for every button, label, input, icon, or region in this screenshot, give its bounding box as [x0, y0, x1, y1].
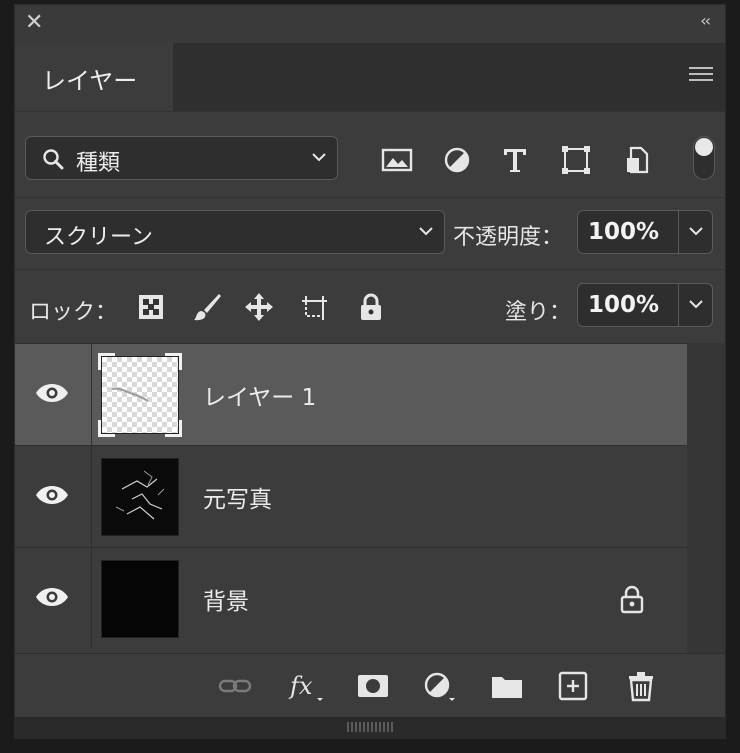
panel-title-bar: ✕ ‹‹: [15, 5, 725, 43]
lock-icon[interactable]: [619, 584, 645, 614]
eye-icon[interactable]: [35, 382, 69, 404]
layer-name[interactable]: 背景: [203, 582, 249, 616]
filter-row: 種類: [15, 111, 725, 198]
filter-kind-value: 種類: [76, 151, 121, 176]
new-layer-icon[interactable]: [555, 670, 591, 702]
fx-icon[interactable]: fx: [287, 670, 323, 702]
fill-value: 100%: [588, 292, 660, 318]
lock-label: ロック：: [29, 300, 118, 325]
shape-filter-icon[interactable]: [560, 146, 592, 174]
blend-mode-select[interactable]: スクリーン: [25, 210, 445, 254]
fill-label: 塗り：: [505, 300, 572, 325]
layers-scrollbar[interactable]: [687, 343, 725, 653]
opacity-label: 不透明度：: [453, 225, 564, 250]
lock-all-icon[interactable]: [355, 292, 387, 322]
new-group-icon[interactable]: [489, 670, 525, 702]
chevron-down-icon: [419, 227, 433, 236]
lock-transparent-pixels-icon[interactable]: [135, 292, 167, 322]
visibility-toggle[interactable]: [15, 344, 92, 445]
layer-name[interactable]: 元写真: [203, 480, 272, 514]
blend-mode-value: スクリーン: [44, 225, 153, 250]
opacity-field[interactable]: 100%: [577, 210, 713, 254]
image-filter-icon[interactable]: [381, 146, 413, 174]
blend-row: スクリーン 不透明度： 100%: [15, 197, 725, 270]
layer-row[interactable]: 背景: [15, 547, 687, 649]
layer-row[interactable]: 元写真: [15, 445, 687, 547]
search-icon: [43, 149, 64, 170]
bottom-toolbar: fx: [15, 653, 725, 716]
visibility-toggle[interactable]: [15, 548, 92, 649]
new-adjustment-layer-icon[interactable]: [421, 670, 457, 702]
tab-layers[interactable]: レイヤー: [15, 43, 173, 113]
tab-row: レイヤー: [15, 43, 725, 113]
layer-thumbnail[interactable]: [101, 560, 179, 638]
lock-row: ロック： 塗り： 100%: [15, 269, 725, 344]
eye-icon[interactable]: [35, 484, 69, 506]
visibility-toggle[interactable]: [15, 446, 92, 547]
photo-sketch-icon: [115, 470, 165, 520]
stroke-sketch-icon: [111, 387, 149, 402]
collapse-icon[interactable]: ‹‹: [700, 11, 711, 31]
filter-kind-select[interactable]: 種類: [25, 136, 338, 180]
smart-object-filter-icon[interactable]: [621, 146, 653, 174]
layer-thumbnail[interactable]: [98, 353, 182, 437]
fill-field[interactable]: 100%: [577, 283, 713, 327]
lock-artboard-icon[interactable]: [299, 292, 331, 322]
type-filter-icon[interactable]: [499, 146, 531, 174]
layer-name[interactable]: レイヤー 1: [203, 378, 316, 412]
layer-row[interactable]: レイヤー 1: [15, 343, 687, 445]
resize-grip[interactable]: [15, 717, 725, 738]
svg-text:fx: fx: [288, 672, 313, 700]
chevron-down-icon[interactable]: [686, 294, 706, 314]
layer-thumbnail[interactable]: [101, 458, 179, 536]
chevron-down-icon[interactable]: [686, 221, 706, 241]
opacity-value: 100%: [588, 219, 660, 245]
chevron-down-icon: [312, 153, 326, 162]
delete-layer-icon[interactable]: [623, 670, 659, 702]
tab-layers-label: レイヤー: [42, 67, 138, 95]
lock-position-icon[interactable]: [243, 292, 275, 322]
layers-list: レイヤー 1 元写真 背景: [15, 343, 687, 653]
eye-icon[interactable]: [35, 586, 69, 608]
add-mask-icon[interactable]: [355, 670, 391, 702]
lock-image-pixels-icon[interactable]: [191, 292, 223, 322]
filter-toggle[interactable]: [693, 136, 715, 180]
layers-panel: ✕ ‹‹ レイヤー 種類 スクリーン 不透明度： 100% ロック： 塗り： 1…: [14, 4, 726, 739]
close-icon[interactable]: ✕: [25, 11, 43, 35]
adjustment-filter-icon[interactable]: [441, 146, 473, 174]
panel-menu-icon[interactable]: [689, 67, 713, 85]
link-layers-icon[interactable]: [217, 670, 253, 702]
